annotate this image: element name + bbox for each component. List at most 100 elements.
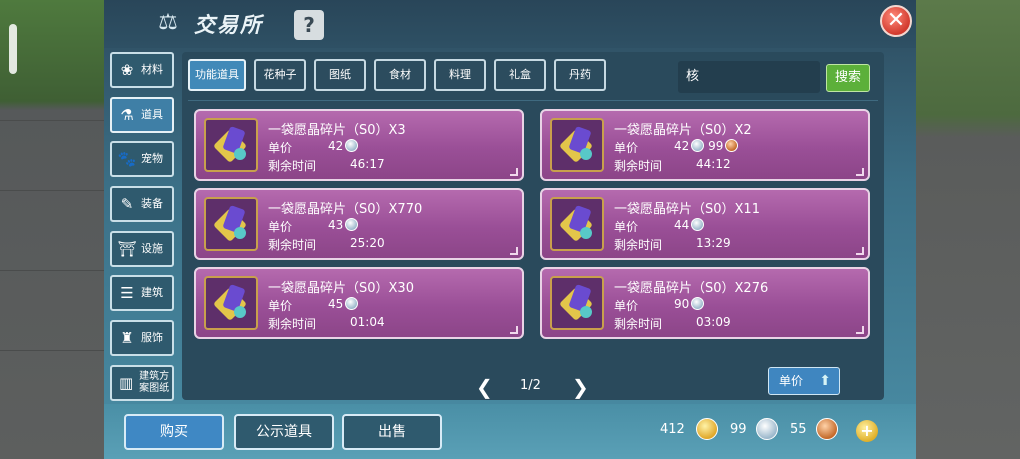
unit-price: 42 [328,139,359,153]
time-label: 剩余时间 [268,317,317,331]
sidebar-item-facility[interactable]: ⛩ 设施 [110,230,174,267]
floor-line [0,120,104,121]
side-drawer-handle[interactable] [9,24,17,74]
unit-price: 44 [674,218,705,232]
sidebar-item-label: 建筑方案图纸 [139,370,170,394]
sidebar-item-label: 材料 [141,63,163,76]
sort-arrow-icon: ⬆ [819,373,831,389]
listing-card[interactable]: 一袋愿晶碎片（S0）X3 单价 42 剩余时间 46:17 [194,109,524,181]
time-label: 剩余时间 [614,317,663,331]
public-items-button[interactable]: 公示道具 [234,414,334,450]
item-thumbnail [550,118,604,172]
sidebar-item-label: 设施 [141,241,163,255]
equipment-icon: ✎ [120,195,134,214]
corner-mark [856,326,864,334]
tab-functional-items[interactable]: 功能道具 [188,59,246,91]
category-sidebar: ❀ 材料 ⚗ 道具 🐾 宠物 ✎ 装备 ⛩ 设施 ☰ 建筑 ♜ 服饰 ▥ 建筑方… [110,52,174,401]
time-label: 剩余时间 [614,159,663,173]
item-name: 一袋愿晶碎片（S0）X2 [614,123,752,138]
tab-ingredients[interactable]: 食材 [374,59,426,91]
next-page-button[interactable]: ❯ [572,375,589,399]
corner-mark [510,326,518,334]
sidebar-item-building[interactable]: ☰ 建筑 [110,275,174,312]
price-label: 单价 [268,141,293,155]
tab-bar: 功能道具 花种子 图纸 食材 料理 礼盒 丹药 [188,59,614,93]
listing-card[interactable]: 一袋愿晶碎片（S0）X30 单价 45 剩余时间 01:04 [194,267,524,339]
item-name: 一袋愿晶碎片（S0）X11 [614,202,760,217]
corner-mark [510,247,518,255]
remaining-time: 25:20 [350,236,385,250]
search-button[interactable]: 搜索 [826,64,870,92]
tab-gift-box[interactable]: 礼盒 [494,59,546,91]
sidebar-item-equipment[interactable]: ✎ 装备 [110,186,174,223]
tab-blueprints[interactable]: 图纸 [314,59,366,91]
unit-price: 90 [674,297,705,311]
sidebar-item-label: 道具 [141,107,163,121]
sidebar-item-items[interactable]: ⚗ 道具 [110,96,174,133]
time-label: 剩余时间 [268,238,317,252]
floor-line [0,190,104,191]
tab-cuisine[interactable]: 料理 [434,59,486,91]
price-label: 单价 [614,141,639,155]
sell-button[interactable]: 出售 [342,414,442,450]
unit-price: 43 [328,218,359,232]
bronze-coin-icon [816,418,838,440]
search-input[interactable]: 核 [678,61,820,93]
listing-panel: 功能道具 花种子 图纸 食材 料理 礼盒 丹药 核 搜索 一袋愿晶碎片（S0）X… [182,52,884,400]
silver-amount: 99 [730,422,747,437]
bronze-amount: 55 [790,422,807,437]
title-bar: ⚖ 交易所 ? ✕ [104,0,916,48]
sidebar-item-clothing[interactable]: ♜ 服饰 [110,320,174,357]
items-icon: ⚗ [120,105,134,124]
scale-icon: ⚖ [158,10,178,35]
item-name: 一袋愿晶碎片（S0）X276 [614,281,769,296]
listing-card[interactable]: 一袋愿晶碎片（S0）X770 单价 43 剩余时间 25:20 [194,188,524,260]
price-label: 单价 [268,220,293,234]
sidebar-item-label: 装备 [141,197,163,211]
remaining-time: 03:09 [696,315,731,329]
sidebar-item-blueprint[interactable]: ▥ 建筑方案图纸 [110,364,174,401]
sidebar-item-pets[interactable]: 🐾 宠物 [110,141,174,178]
sort-label: 单价 [779,374,804,388]
floor-line [0,270,104,271]
item-name: 一袋愿晶碎片（S0）X770 [268,202,423,217]
building-icon: ☰ [120,284,134,303]
remaining-time: 01:04 [350,315,385,329]
corner-mark [856,168,864,176]
silver-coin-icon [691,139,705,152]
tab-flower-seeds[interactable]: 花种子 [254,59,306,91]
item-thumbnail [204,118,258,172]
previous-page-button[interactable]: ❮ [476,375,493,399]
item-thumbnail [204,276,258,330]
materials-icon: ❀ [120,61,134,79]
page-title: 交易所 [194,13,263,37]
add-currency-button[interactable]: + [856,420,878,442]
tab-elixir[interactable]: 丹药 [554,59,606,91]
clothing-icon: ♜ [120,329,134,348]
time-label: 剩余时间 [614,238,663,252]
buy-button[interactable]: 购买 [124,414,224,450]
price-label: 单价 [614,220,639,234]
listing-card[interactable]: 一袋愿晶碎片（S0）X11 单价 44 剩余时间 13:29 [540,188,870,260]
bottom-action-bar: 购买 公示道具 出售 412 99 55 + [104,404,916,459]
listing-card[interactable]: 一袋愿晶碎片（S0）X276 单价 90 剩余时间 03:09 [540,267,870,339]
background-scenery-right [916,0,1020,459]
sidebar-item-materials[interactable]: ❀ 材料 [110,52,174,88]
unit-price: 45 [328,297,359,311]
silver-coin-icon [756,418,778,440]
corner-mark [510,168,518,176]
pet-paw-icon: 🐾 [117,150,137,169]
silver-coin-icon [345,297,359,310]
sort-by-price-button[interactable]: 单价 ⬆ [768,367,840,395]
item-thumbnail [550,276,604,330]
item-name: 一袋愿晶碎片（S0）X3 [268,123,406,138]
help-button[interactable]: ? [294,10,324,40]
corner-mark [856,247,864,255]
blueprint-icon: ▥ [118,373,134,392]
sidebar-item-label: 服饰 [141,331,163,345]
listing-card[interactable]: 一袋愿晶碎片（S0）X2 单价 42 99 剩余时间 44:12 [540,109,870,181]
silver-coin-icon [691,218,705,231]
sidebar-item-label: 宠物 [141,152,163,166]
close-button[interactable]: ✕ [880,5,912,37]
bronze-coin-icon [725,139,739,152]
